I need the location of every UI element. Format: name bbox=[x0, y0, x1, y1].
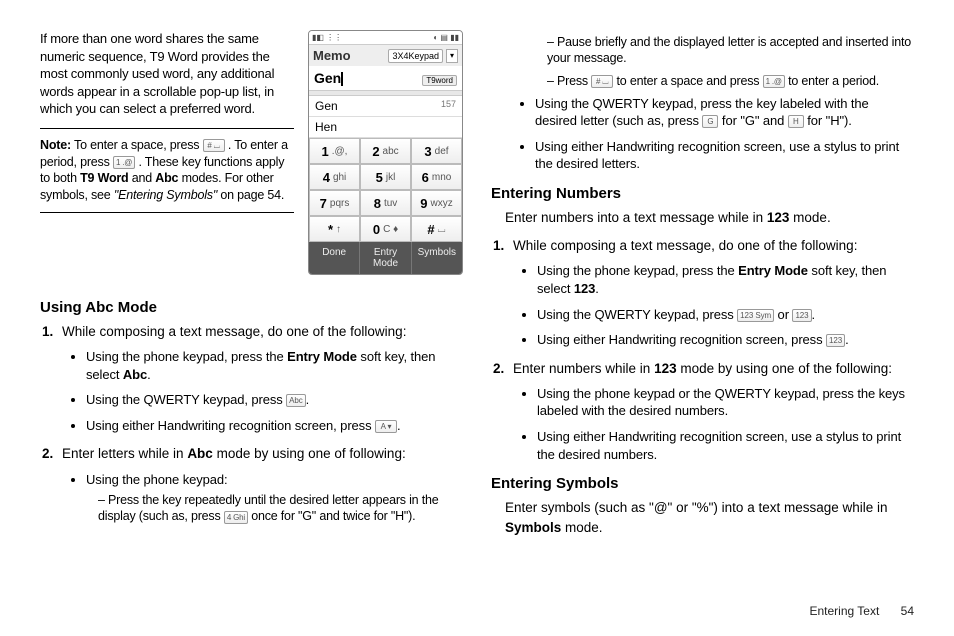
suggestion-row: Hen bbox=[309, 117, 462, 138]
phone-status-bar: ▮◧ ⋮⋮◐ ▤ ▮▮ bbox=[309, 31, 462, 45]
footer-section: Entering Text bbox=[809, 604, 879, 618]
keypad-key: 5jkl bbox=[360, 164, 411, 190]
sym-123-key-icon: 123 Sym bbox=[737, 309, 774, 322]
phone-input-row: Gen T9word bbox=[309, 66, 462, 90]
phone-softkeys: Done Entry Mode Symbols bbox=[309, 242, 462, 274]
keypad-key: 9wxyz bbox=[411, 190, 462, 216]
hash-space-key-icon: # ⌴ bbox=[203, 139, 225, 152]
list-item: 1.While composing a text message, do one… bbox=[519, 236, 914, 348]
list-item: Press the key repeatedly until the desir… bbox=[98, 492, 463, 525]
keypad-key: 8tuv bbox=[360, 190, 411, 216]
phone-keypad: 1.@,2abc3def 4ghi5jkl6mno 7pqrs8tuv9wxyz *↑… bbox=[309, 138, 462, 242]
softkey-done: Done bbox=[309, 242, 360, 274]
keypad-key: 6mno bbox=[411, 164, 462, 190]
heading-entering-symbols: Entering Symbols bbox=[491, 475, 914, 492]
keypad-key: 4ghi bbox=[309, 164, 360, 190]
page-footer: Entering Text 54 bbox=[809, 604, 914, 618]
numbers-intro: Enter numbers into a text message while … bbox=[505, 208, 914, 228]
list-item: 2.Enter letters while in Abc mode by usi… bbox=[68, 444, 463, 524]
a-key-icon: A ▾ bbox=[375, 420, 397, 433]
list-item: Using the QWERTY keypad, press Abc. bbox=[86, 391, 463, 409]
g-key-icon: G bbox=[702, 115, 718, 128]
list-item: Using either Handwriting recognition scr… bbox=[537, 428, 914, 463]
phone-title-bar: Memo 3X4Keypad ▾ bbox=[309, 45, 462, 66]
phone-screenshot: ▮◧ ⋮⋮◐ ▤ ▮▮ Memo 3X4Keypad ▾ Gen T9word … bbox=[308, 30, 463, 275]
list-item: Using either Handwriting recognition scr… bbox=[537, 331, 914, 349]
t9-badge: T9word bbox=[422, 75, 457, 86]
heading-entering-numbers: Entering Numbers bbox=[491, 185, 914, 202]
keypad-key: *↑ bbox=[309, 216, 360, 242]
list-item: Using the phone keypad, press the Entry … bbox=[537, 262, 914, 297]
phone-app-title: Memo bbox=[313, 48, 385, 63]
note-box: Note: To enter a space, press # ⌴ . To e… bbox=[40, 128, 294, 214]
list-item: Pause briefly and the displayed letter i… bbox=[547, 34, 914, 67]
keypad-key: 3def bbox=[411, 138, 462, 164]
list-item: Using the QWERTY keypad, press the key l… bbox=[535, 95, 914, 130]
list-item: Using the phone keypad: Press the key re… bbox=[86, 471, 463, 525]
keypad-key: 2abc bbox=[360, 138, 411, 164]
dropdown-icon: ▾ bbox=[446, 49, 458, 63]
softkey-entry-mode: Entry Mode bbox=[360, 242, 411, 274]
list-item: Using the QWERTY keypad, press 123 Sym o… bbox=[537, 306, 914, 324]
keypad-key: 0C ♦ bbox=[360, 216, 411, 242]
footer-page-number: 54 bbox=[901, 604, 914, 618]
num-123-key-icon: 123 bbox=[792, 309, 811, 322]
keypad-key: #⌴ bbox=[411, 216, 462, 242]
note-label: Note: bbox=[40, 138, 71, 152]
one-at-key-icon: 1 .@ bbox=[763, 75, 785, 88]
abc-key-icon: Abc bbox=[286, 394, 306, 407]
intro-paragraph: If more than one word shares the same nu… bbox=[40, 30, 294, 118]
one-at-key-icon: 1 .@ bbox=[113, 156, 135, 169]
softkey-symbols: Symbols bbox=[412, 242, 462, 274]
heading-using-abc-mode: Using Abc Mode bbox=[40, 299, 463, 316]
list-item: 2.Enter numbers while in 123 mode by usi… bbox=[519, 359, 914, 463]
keypad-mode-selector: 3X4Keypad bbox=[388, 49, 443, 63]
h-key-icon: H bbox=[788, 115, 804, 128]
list-item: Using either Handwriting recognition scr… bbox=[86, 417, 463, 435]
list-item: Using either Handwriting recognition scr… bbox=[535, 138, 914, 173]
keypad-key: 7pqrs bbox=[309, 190, 360, 216]
list-item: Press # ⌴ to enter a space and press 1 .… bbox=[547, 73, 914, 89]
list-item: Using the phone keypad or the QWERTY key… bbox=[537, 385, 914, 420]
suggestion-row: Gen 157 bbox=[309, 96, 462, 117]
hash-space-key-icon: # ⌴ bbox=[591, 75, 613, 88]
list-item: Using the phone keypad, press the Entry … bbox=[86, 348, 463, 383]
keypad-key: 1.@, bbox=[309, 138, 360, 164]
four-ghi-key-icon: 4 Ghi bbox=[224, 511, 248, 524]
list-item: 1.While composing a text message, do one… bbox=[68, 322, 463, 434]
box-123-key-icon: 123 bbox=[826, 334, 845, 347]
typed-text: Gen bbox=[314, 70, 341, 86]
note-text: To enter a space, press bbox=[74, 138, 203, 152]
symbols-intro: Enter symbols (such as "@" or "%") into … bbox=[505, 498, 914, 539]
